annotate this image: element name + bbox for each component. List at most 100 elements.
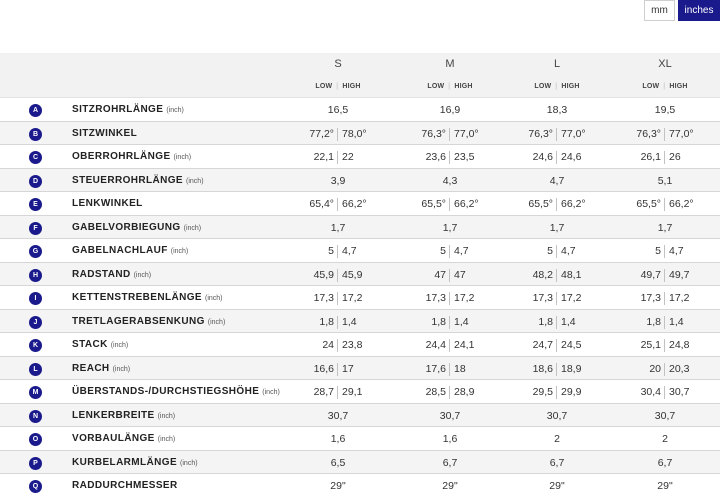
value-cell: 17,6 18 <box>390 362 510 377</box>
value-cell: 18,3 <box>497 104 617 118</box>
high-value: 17 <box>342 362 354 375</box>
value: 29" <box>330 480 346 492</box>
value-cell: 1,7 <box>278 222 398 236</box>
value-divider <box>337 151 338 164</box>
value-cell: 5,1 <box>605 175 720 189</box>
value-cell: 65,5° 66,2° <box>390 198 510 212</box>
value: 1,7 <box>549 221 565 234</box>
value-cell: 30,7 <box>605 410 720 424</box>
separator: | <box>336 83 339 90</box>
measurement-name: KURBELARMLÄNGE (inch) <box>72 457 198 468</box>
value-cell: 76,3° 77,0° <box>605 127 720 142</box>
low-value: 24,4 <box>425 339 446 351</box>
measurement-label: STACK <box>72 339 108 350</box>
value-divider <box>449 292 450 305</box>
low-value: 45,9 <box>313 268 334 281</box>
low-value: 20 <box>649 362 661 375</box>
low-value: 5 <box>655 245 661 257</box>
measurement-letter-badge: H <box>29 268 42 282</box>
measurement-label: TRETLAGERABSENKUNG <box>72 315 205 327</box>
unit-inches-button[interactable]: inches <box>678 0 720 21</box>
measurement-name: STEUERROHRLÄNGE (inch) <box>72 175 204 186</box>
high-value: 78,0° <box>342 127 367 140</box>
low-value: 17,6 <box>425 362 446 375</box>
value-cell: 29" <box>278 480 398 494</box>
low-label: LOW <box>534 83 552 90</box>
measurement-letter-badge: C <box>29 151 42 164</box>
value-divider <box>449 362 450 376</box>
low-value: 76,3° <box>528 127 553 140</box>
value-cell: 65,4° 66,2° <box>278 198 398 212</box>
value: 5,1 <box>657 174 673 187</box>
high-value: 17,2 <box>342 292 363 304</box>
measurement-letter-badge: E <box>29 198 42 211</box>
value: 19,5 <box>654 104 676 116</box>
value-divider <box>449 127 450 141</box>
value: 6,5 <box>330 456 346 469</box>
measurement-label: SITZROHRLÄNGE <box>72 104 164 115</box>
measurement-name: LENKWINKEL <box>72 198 143 209</box>
high-value: 17,2 <box>561 292 582 304</box>
value-divider <box>664 386 665 399</box>
measurement-label: ÜBERSTANDS-/DURCHSTIEGSHÖHE <box>72 386 260 397</box>
measurement-letter-badge: L <box>29 362 42 376</box>
value: 16,5 <box>327 104 349 116</box>
unit-mm-button[interactable]: mm <box>644 0 675 21</box>
value-divider <box>449 268 450 282</box>
value-cell: 3,9 <box>278 175 398 189</box>
unit-toggle: mm inches <box>644 0 720 21</box>
measurement-unit: (inch) <box>204 295 223 302</box>
value-divider <box>449 339 450 352</box>
value-divider <box>449 198 450 211</box>
value-cell: 5 4,7 <box>390 245 510 259</box>
high-value: 22 <box>342 151 354 163</box>
low-value: 65,5° <box>528 198 553 210</box>
geometry-row: M ÜBERSTANDS-/DURCHSTIEGSHÖHE (inch) 28,7 29… <box>0 380 720 404</box>
value-cell: 29" <box>497 480 617 494</box>
value-cell: 2 <box>497 433 617 447</box>
measurement-unit: (inch) <box>157 412 176 420</box>
measurement-letter-badge: A <box>29 104 42 117</box>
high-value: 29,1 <box>342 386 363 398</box>
low-value: 29,5 <box>532 386 553 398</box>
high-value: 77,0° <box>669 127 694 140</box>
measurement-letter-badge: G <box>29 245 42 258</box>
measurement-name: GABELVORBIEGUNG (inch) <box>72 222 201 233</box>
measurement-letter-badge: N <box>29 409 42 423</box>
measurement-name: REACH (inch) <box>72 363 130 374</box>
value-divider <box>556 339 557 352</box>
value-cell: 5 4,7 <box>278 245 398 259</box>
measurement-name: RADDURCHMESSER <box>72 480 178 491</box>
value-cell: 4,3 <box>390 175 510 189</box>
value-divider <box>449 151 450 164</box>
low-value: 1,8 <box>646 315 661 328</box>
high-value: 29,9 <box>561 386 582 398</box>
value-divider <box>337 362 338 376</box>
measurement-unit: (inch) <box>170 248 189 255</box>
value-cell: 1,7 <box>390 222 510 236</box>
measurement-letter-badge: D <box>29 174 42 188</box>
low-high-label: LOW | HIGH <box>605 83 720 90</box>
measurement-label: LENKERBREITE <box>72 409 155 421</box>
value-divider <box>664 198 665 211</box>
measurement-unit: (inch) <box>110 342 129 349</box>
high-value: 66,2° <box>561 198 586 210</box>
value-cell: 1,8 1,4 <box>390 315 510 330</box>
value: 30,7 <box>439 409 461 422</box>
value-cell: 2 <box>605 433 720 447</box>
low-value: 24,6 <box>532 151 553 163</box>
value: 1,7 <box>442 221 458 234</box>
value-cell: 16,6 17 <box>278 362 398 377</box>
value-cell: 6,7 <box>605 457 720 471</box>
measurement-unit: (inch) <box>173 154 192 161</box>
measurement-name: SITZWINKEL <box>72 128 137 139</box>
low-value: 76,3° <box>421 127 446 140</box>
low-value: 65,5° <box>421 198 446 210</box>
low-value: 30,4 <box>640 386 661 398</box>
value-cell: 16,9 <box>390 104 510 118</box>
value-divider <box>449 386 450 399</box>
measurement-unit: (inch) <box>207 318 226 326</box>
low-value: 17,3 <box>532 292 553 304</box>
value-divider <box>556 362 557 376</box>
value-cell: 65,5° 66,2° <box>497 198 617 212</box>
